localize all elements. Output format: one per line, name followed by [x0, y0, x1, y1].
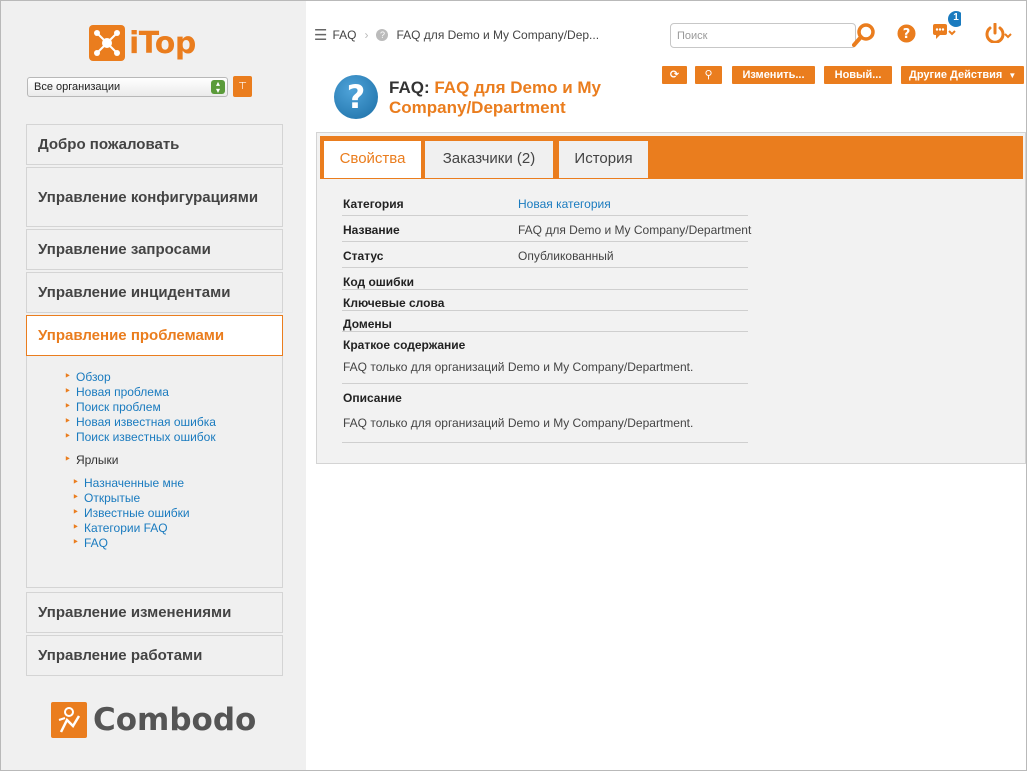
separator	[342, 383, 748, 384]
menu-problems[interactable]: Управление проблемами	[26, 315, 283, 356]
menu-incidents[interactable]: Управление инцидентами	[26, 272, 283, 313]
power-icon[interactable]	[985, 22, 1013, 48]
submenu-shortcuts-label: Ярлыки	[64, 452, 119, 468]
separator	[342, 442, 748, 443]
search-object-button[interactable]: ⚲	[695, 66, 722, 84]
menu-config-label: Управление конфигурациями	[38, 188, 259, 206]
field-value-description: FAQ только для организаций Demo и My Com…	[343, 416, 694, 430]
field-value-title: FAQ для Demo и My Company/Department	[518, 223, 752, 237]
search-icon: ⚲	[704, 69, 713, 81]
breadcrumb: ☰ FAQ › ? FAQ для Demo и My Company/Dep.…	[314, 26, 599, 44]
separator	[342, 241, 748, 242]
question-icon: ?	[334, 75, 378, 119]
object-title: FAQ: FAQ для Demo и My Company/Departmen…	[389, 78, 659, 118]
app-window: iTop Все организации ▴ ▾ ⊤ Добро пожалова…	[0, 0, 1027, 771]
separator	[342, 331, 748, 332]
combodo-logo-icon	[51, 702, 87, 738]
field-label-title: Название	[343, 223, 400, 237]
notifications-count: 1	[953, 12, 959, 23]
combodo-logo-text: Combodo	[93, 702, 257, 738]
submenu-item-overview[interactable]: Обзор	[64, 369, 111, 385]
separator	[342, 215, 748, 216]
field-label-description: Описание	[343, 391, 402, 405]
menu-welcome-label: Добро пожаловать	[38, 136, 180, 153]
itop-logo-icon	[89, 25, 125, 61]
org-tree-button[interactable]: ⊤	[233, 76, 252, 97]
field-label-category: Категория	[343, 197, 404, 211]
field-label-domains: Домены	[343, 317, 392, 331]
menu-requests-label: Управление запросами	[38, 241, 211, 258]
problems-submenu: Обзор Новая проблема Поиск проблем Новая…	[26, 356, 283, 588]
new-button[interactable]: Новый...	[824, 66, 892, 84]
chevron-right-icon: ›	[364, 28, 369, 42]
shortcut-faq[interactable]: FAQ	[72, 535, 108, 551]
sidebar: iTop Все организации ▴ ▾ ⊤ Добро пожалова…	[1, 1, 306, 770]
menu-problems-label: Управление проблемами	[38, 327, 225, 344]
menu-works-label: Управление работами	[38, 647, 203, 664]
submenu-item-search-known-errors[interactable]: Поиск известных ошибок	[64, 429, 216, 445]
shortcut-faq-categories[interactable]: Категории FAQ	[72, 520, 168, 536]
organization-select[interactable]: Все организации ▴ ▾	[27, 77, 228, 97]
tab-properties[interactable]: Свойства	[324, 141, 421, 178]
menu-config[interactable]: Управление конфигурациями	[26, 167, 283, 227]
list-icon: ☰	[314, 27, 328, 44]
svg-text:?: ?	[903, 27, 911, 42]
help-circle-icon: ?	[376, 29, 389, 41]
field-value-category[interactable]: Новая категория	[518, 197, 611, 211]
search-icon[interactable]	[852, 22, 876, 53]
menu-works[interactable]: Управление работами	[26, 635, 283, 676]
org-select-arrows-icon: ▴ ▾	[211, 80, 225, 95]
refresh-icon: ⟳	[669, 69, 680, 81]
field-value-summary: FAQ только для организаций Demo и My Com…	[343, 360, 694, 374]
menu-requests[interactable]: Управление запросами	[26, 229, 283, 270]
tab-customers[interactable]: Заказчики (2)	[425, 141, 553, 178]
org-tree-icon: ⊤	[238, 81, 247, 92]
modify-button[interactable]: Изменить...	[732, 66, 815, 84]
menu-changes[interactable]: Управление изменениями	[26, 592, 283, 633]
submenu-item-search-problems[interactable]: Поиск проблем	[64, 399, 161, 415]
organization-select-value: Все организации	[34, 81, 121, 93]
other-actions-label: Другие Действия	[909, 69, 1003, 81]
breadcrumb-item-faq[interactable]: FAQ	[332, 28, 356, 42]
separator	[342, 289, 748, 290]
search-input[interactable]: Поиск	[670, 23, 856, 48]
shortcut-open[interactable]: Открытые	[72, 490, 140, 506]
shortcut-assigned-to-me[interactable]: Назначенные мне	[72, 475, 184, 491]
help-icon[interactable]: ?	[897, 24, 916, 48]
itop-logo-text: iTop	[129, 25, 196, 61]
menu-incidents-label: Управление инцидентами	[38, 284, 231, 301]
menu-changes-label: Управление изменениями	[38, 604, 232, 621]
menu-welcome[interactable]: Добро пожаловать	[26, 124, 283, 165]
field-value-status: Опубликованный	[518, 249, 614, 263]
tab-history[interactable]: История	[559, 141, 648, 178]
field-label-status: Статус	[343, 249, 384, 263]
itop-logo[interactable]: iTop	[89, 23, 196, 63]
shortcut-known-errors[interactable]: Известные ошибки	[72, 505, 190, 521]
submenu-item-new-problem[interactable]: Новая проблема	[64, 384, 169, 400]
breadcrumb-item-current[interactable]: FAQ для Demo и My Company/Dep...	[396, 28, 599, 42]
field-label-keywords: Ключевые слова	[343, 296, 445, 310]
object-class-label: FAQ:	[389, 78, 430, 97]
other-actions-button[interactable]: Другие Действия ▼	[901, 66, 1024, 84]
submenu-item-new-known-error[interactable]: Новая известная ошибка	[64, 414, 216, 430]
separator	[342, 267, 748, 268]
field-label-summary: Краткое содержание	[343, 338, 466, 352]
field-label-error-code: Код ошибки	[343, 275, 414, 289]
refresh-button[interactable]: ⟳	[662, 66, 687, 84]
combodo-logo[interactable]: Combodo	[51, 701, 256, 739]
chevron-down-icon: ▼	[1008, 71, 1017, 80]
separator	[342, 310, 748, 311]
